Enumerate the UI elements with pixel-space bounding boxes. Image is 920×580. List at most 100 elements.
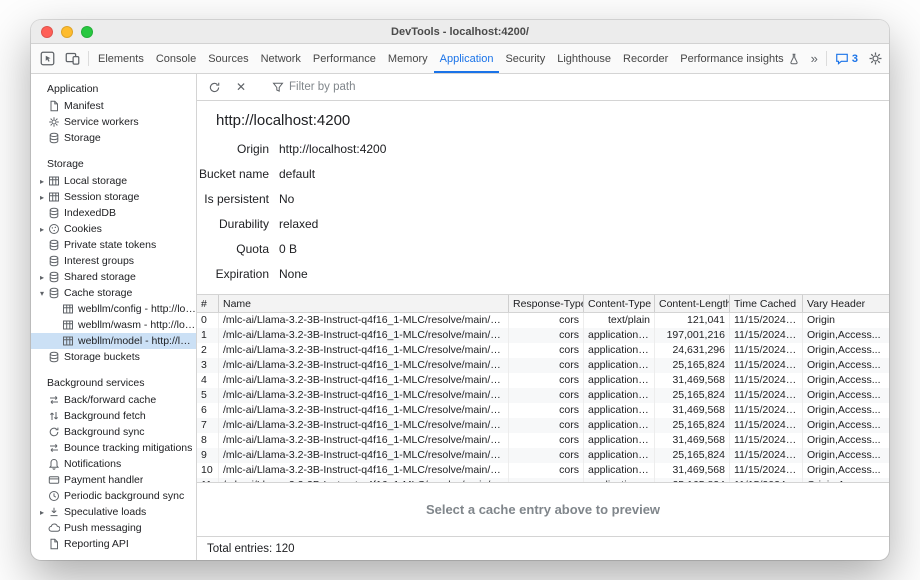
cache-entry-row[interactable]: 7 /mlc-ai/Llama-3.2-3B-Instruct-q4f16_1-… <box>197 418 889 433</box>
tab-performance-insights[interactable]: Performance insights <box>674 44 805 73</box>
sidebar-item-manifest[interactable]: Manifest <box>31 98 196 114</box>
sidebar-item-label: Push messaging <box>64 522 142 534</box>
sidebar-item-cache-storage[interactable]: ▾ Cache storage <box>31 285 196 301</box>
disclosure-arrow[interactable]: ▸ <box>37 193 47 202</box>
document-icon <box>48 538 60 550</box>
tab-recorder[interactable]: Recorder <box>617 44 674 73</box>
cell-index: 7 <box>197 418 219 433</box>
sidebar-item-label: Manifest <box>64 100 104 112</box>
disclosure-arrow[interactable]: ▸ <box>37 177 47 186</box>
issues-counter-button[interactable]: 3 <box>830 44 863 73</box>
sidebar-item-push-messaging[interactable]: Push messaging <box>31 520 196 536</box>
cell-response-type: cors <box>509 358 584 373</box>
cache-entry-row[interactable]: 10 /mlc-ai/Llama-3.2-3B-Instruct-q4f16_1… <box>197 463 889 478</box>
sidebar-item-background-sync[interactable]: Background sync <box>31 424 196 440</box>
section-title-application[interactable]: Application <box>31 79 196 98</box>
sidebar-item-label: Interest groups <box>64 255 134 267</box>
tab-label: Performance <box>313 53 376 65</box>
cloud-icon <box>48 522 60 534</box>
cache-entry-row[interactable]: 9 /mlc-ai/Llama-3.2-3B-Instruct-q4f16_1-… <box>197 448 889 463</box>
inspect-icon <box>40 51 55 66</box>
sidebar-item-local-storage[interactable]: ▸ Local storage <box>31 173 196 189</box>
sidebar-item-storage-buckets[interactable]: Storage buckets <box>31 349 196 365</box>
cache-entry-row[interactable]: 8 /mlc-ai/Llama-3.2-3B-Instruct-q4f16_1-… <box>197 433 889 448</box>
filter-box <box>272 81 882 93</box>
disclosure-arrow[interactable]: ▸ <box>37 508 47 517</box>
cache-entry-row[interactable]: 0 /mlc-ai/Llama-3.2-3B-Instruct-q4f16_1-… <box>197 313 889 328</box>
cache-entry-row[interactable]: 5 /mlc-ai/Llama-3.2-3B-Instruct-q4f16_1-… <box>197 388 889 403</box>
tab-console[interactable]: Console <box>150 44 202 73</box>
close-button[interactable] <box>41 26 53 38</box>
titlebar: DevTools - localhost:4200/ <box>31 20 889 44</box>
sidebar-item-payment-handler[interactable]: Payment handler <box>31 472 196 488</box>
sidebar-item-webllm-model[interactable]: webllm/model - http://loc... <box>31 333 196 349</box>
tab-performance[interactable]: Performance <box>307 44 382 73</box>
cache-entry-row[interactable]: 2 /mlc-ai/Llama-3.2-3B-Instruct-q4f16_1-… <box>197 343 889 358</box>
tab-memory[interactable]: Memory <box>382 44 434 73</box>
sidebar-item-shared-storage[interactable]: ▸ Shared storage <box>31 269 196 285</box>
tab-sources[interactable]: Sources <box>202 44 254 73</box>
disclosure-arrow[interactable]: ▸ <box>37 273 47 282</box>
tab-lighthouse[interactable]: Lighthouse <box>551 44 617 73</box>
section-title-background-services[interactable]: Background services <box>31 373 196 392</box>
column-header-name[interactable]: Name <box>219 295 509 312</box>
application-sidebar: Application Manifest Service workers Sto… <box>31 74 197 560</box>
column-header-response-type[interactable]: Response-Type <box>509 295 584 312</box>
column-header-index[interactable]: # <box>197 295 219 312</box>
section-title-storage[interactable]: Storage <box>31 154 196 173</box>
sidebar-item-service-workers[interactable]: Service workers <box>31 114 196 130</box>
settings-gear-icon <box>868 51 883 66</box>
column-header-content-type[interactable]: Content-Type <box>584 295 655 312</box>
refresh-icon <box>208 81 221 94</box>
disclosure-arrow[interactable]: ▾ <box>37 289 47 298</box>
sidebar-item-cookies[interactable]: ▸ Cookies <box>31 221 196 237</box>
cell-vary-header: Origin,Access... <box>803 343 889 358</box>
cache-entry-row[interactable]: 3 /mlc-ai/Llama-3.2-3B-Instruct-q4f16_1-… <box>197 358 889 373</box>
sidebar-item-label: Session storage <box>64 191 139 203</box>
cache-entry-row[interactable]: 6 /mlc-ai/Llama-3.2-3B-Instruct-q4f16_1-… <box>197 403 889 418</box>
sidebar-section-storage: Storage ▸ Local storage ▸ Session storag… <box>31 154 196 365</box>
sidebar-item-interest-groups[interactable]: Interest groups <box>31 253 196 269</box>
delete-selected-button[interactable]: ✕ <box>231 77 251 97</box>
cache-entry-row[interactable]: 1 /mlc-ai/Llama-3.2-3B-Instruct-q4f16_1-… <box>197 328 889 343</box>
filter-input[interactable] <box>289 81 529 93</box>
inspect-element-button[interactable] <box>35 44 60 73</box>
refresh-button[interactable] <box>204 77 224 97</box>
more-tabs-button[interactable]: » <box>806 44 823 73</box>
column-header-vary-header[interactable]: Vary Header <box>803 295 889 312</box>
tab-network[interactable]: Network <box>255 44 307 73</box>
settings-button[interactable] <box>863 44 888 73</box>
zoom-button[interactable] <box>81 26 93 38</box>
cell-index: 2 <box>197 343 219 358</box>
tab-application[interactable]: Application <box>434 44 500 73</box>
minimize-button[interactable] <box>61 26 73 38</box>
sidebar-item-webllm-wasm[interactable]: webllm/wasm - http://loca... <box>31 317 196 333</box>
sidebar-item-notifications[interactable]: Notifications <box>31 456 196 472</box>
sidebar-item-speculative-loads[interactable]: ▸ Speculative loads <box>31 504 196 520</box>
column-header-content-length[interactable]: Content-Length <box>655 295 730 312</box>
sidebar-item-periodic-background-sync[interactable]: Periodic background sync <box>31 488 196 504</box>
tab-security[interactable]: Security <box>499 44 551 73</box>
sidebar-item-reporting-api[interactable]: Reporting API <box>31 536 196 552</box>
sidebar-item-storage[interactable]: Storage <box>31 130 196 146</box>
sidebar-item-background-fetch[interactable]: Background fetch <box>31 408 196 424</box>
column-header-time-cached[interactable]: Time Cached <box>730 295 803 312</box>
devtools-tabbar: Elements Console Sources Network Perform… <box>31 44 889 74</box>
sidebar-item-bounce-tracking-mitigations[interactable]: Bounce tracking mitigations <box>31 440 196 456</box>
main-menu-button[interactable]: ⋮ <box>888 44 889 73</box>
cell-vary-header: Origin,Access... <box>803 463 889 478</box>
disclosure-arrow[interactable]: ▸ <box>37 225 47 234</box>
sidebar-item-indexeddb[interactable]: IndexedDB <box>31 205 196 221</box>
window-title: DevTools - localhost:4200/ <box>31 26 889 38</box>
cell-content-type: application/oc... <box>584 358 655 373</box>
table-icon <box>62 319 74 331</box>
device-toolbar-button[interactable] <box>60 44 85 73</box>
sidebar-item-session-storage[interactable]: ▸ Session storage <box>31 189 196 205</box>
sidebar-item-webllm-config[interactable]: webllm/config - http://loc... <box>31 301 196 317</box>
sidebar-item-back-forward-cache[interactable]: Back/forward cache <box>31 392 196 408</box>
tab-elements[interactable]: Elements <box>92 44 150 73</box>
cell-time-cached: 11/15/2024, 10... <box>730 343 803 358</box>
cache-entry-row[interactable]: 4 /mlc-ai/Llama-3.2-3B-Instruct-q4f16_1-… <box>197 373 889 388</box>
sidebar-item-private-state-tokens[interactable]: Private state tokens <box>31 237 196 253</box>
cell-time-cached: 11/15/2024, 10... <box>730 358 803 373</box>
